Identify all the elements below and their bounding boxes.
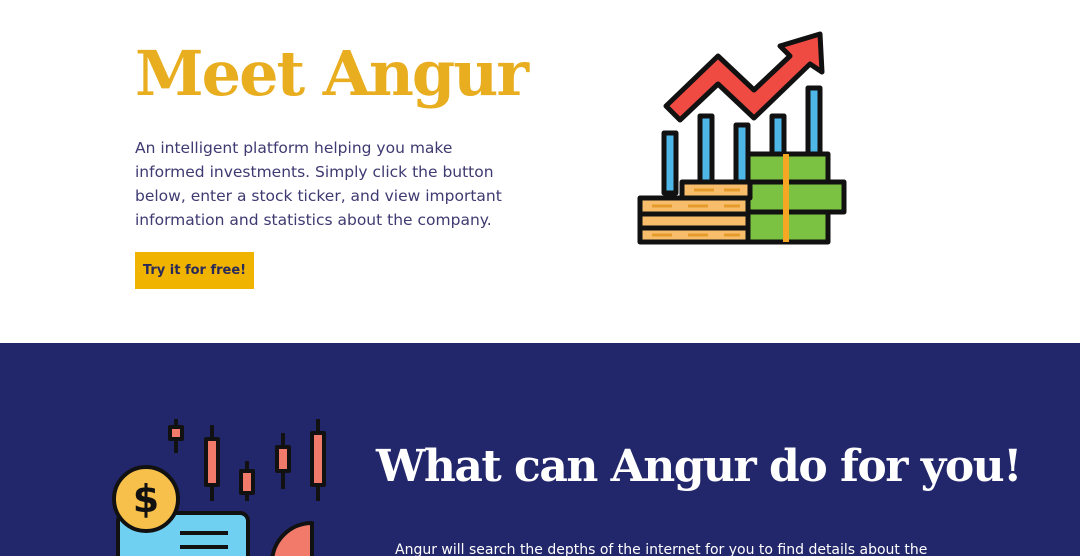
growth-chart-money-icon: [637, 31, 847, 245]
candlestick-finance-icon: $: [112, 419, 326, 556]
svg-text:$: $: [133, 477, 159, 521]
features-title: What can Angur do for you!: [376, 441, 1022, 492]
hero-title: Meet Angur: [135, 37, 529, 110]
try-free-button[interactable]: Try it for free!: [135, 252, 254, 289]
features-description: Angur will search the depths of the inte…: [395, 542, 928, 556]
hero-description: An intelligent platform helping you make…: [135, 139, 502, 229]
hero-section: Meet Angur An intelligent platform helpi…: [0, 0, 1080, 343]
features-section: $ What can Angur do for you! Angur will …: [0, 343, 1080, 556]
